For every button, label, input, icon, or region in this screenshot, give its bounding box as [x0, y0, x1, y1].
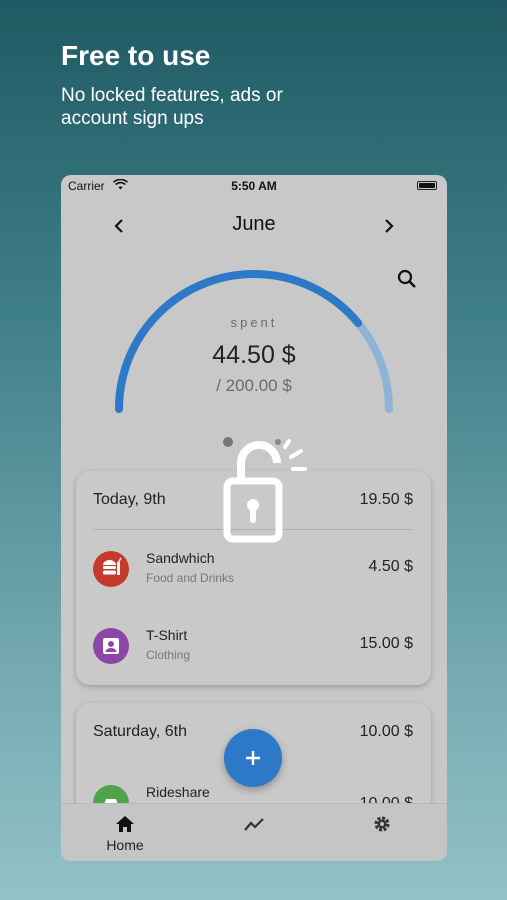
transaction-name: Sandwhich [146, 550, 215, 566]
person-icon [93, 628, 129, 664]
burger-icon [93, 551, 129, 587]
status-time: 5:50 AM [231, 179, 277, 193]
plus-icon [246, 751, 260, 765]
home-icon [116, 816, 134, 832]
promo-subtitle: No locked features, ads or account sign … [61, 85, 283, 129]
gear-icon [374, 816, 390, 832]
day-date: Today, 9th [93, 491, 166, 508]
nav-stats[interactable] [214, 812, 294, 856]
battery-icon [417, 181, 437, 190]
gauge-label: spent [230, 315, 278, 330]
transaction-name: T-Shirt [146, 627, 188, 643]
transaction-category: Clothing [146, 648, 191, 662]
nav-home-label: Home [106, 837, 144, 853]
day-date: Saturday, 6th [93, 723, 187, 740]
unlocked-padlock-icon [223, 439, 307, 543]
transaction-amount: 4.50 $ [368, 558, 413, 575]
transaction-row[interactable]: T-Shirt Clothing 15.00 $ [76, 616, 431, 676]
day-total: 10.00 $ [359, 723, 413, 740]
spent-amount: 44.50 $ [212, 341, 296, 369]
transaction-amount: 15.00 $ [359, 635, 413, 652]
chevron-right-icon[interactable] [379, 215, 399, 237]
bottom-navigation: Home [61, 803, 447, 861]
transaction-category: Food and Drinks [146, 571, 235, 585]
nav-settings[interactable] [342, 812, 422, 856]
transaction-name: Rideshare [146, 784, 210, 800]
trending-icon [244, 818, 264, 831]
nav-home[interactable]: Home [85, 812, 165, 856]
promo-title: Free to use [61, 40, 211, 71]
phone-screen: Carrier 5:50 AM June spent 44.50 $ / 200… [61, 175, 447, 861]
day-total: 19.50 $ [359, 491, 413, 508]
budget-total: / 200.00 $ [216, 376, 292, 395]
add-transaction-button[interactable] [224, 729, 282, 787]
status-bar: Carrier 5:50 AM [61, 175, 447, 195]
transaction-row[interactable]: Sandwhich Food and Drinks 4.50 $ [76, 539, 431, 599]
month-header: June [61, 211, 447, 241]
